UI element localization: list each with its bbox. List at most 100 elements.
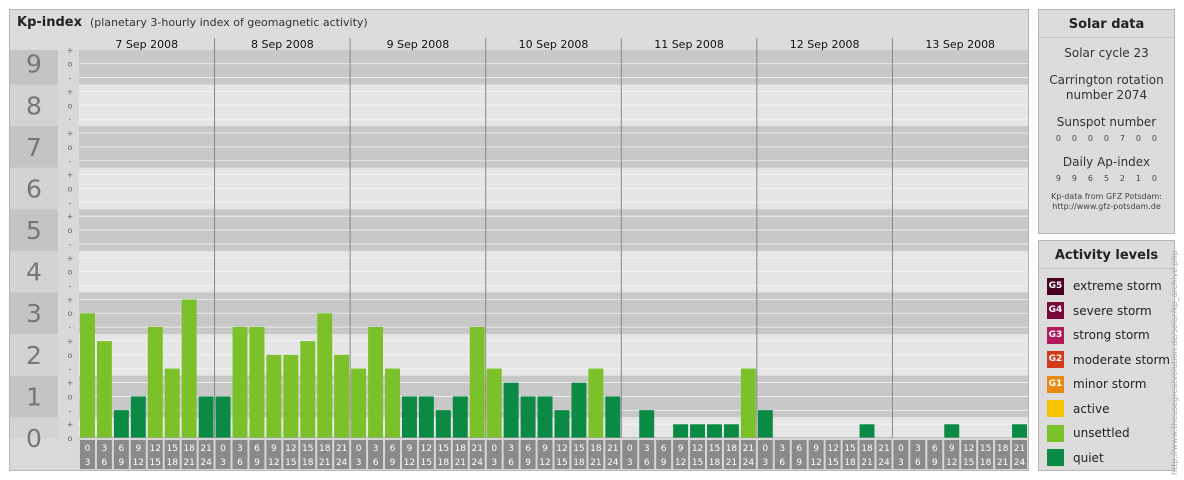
hour-label: 9: [813, 444, 819, 454]
kp-bar: [639, 410, 655, 438]
sunspot-value: 0: [1071, 134, 1077, 143]
kp-bar: [113, 410, 129, 438]
hour-label: 3: [779, 444, 785, 454]
hour-label: 24: [200, 458, 212, 468]
y-tick-label: 7: [26, 133, 42, 162]
hour-label: 3: [898, 458, 904, 468]
chart-title: Kp-index: [17, 15, 82, 30]
ap-value: 5: [1103, 174, 1109, 183]
hour-label: 24: [336, 458, 348, 468]
hour-label: 9: [661, 458, 667, 468]
hour-label: 12: [268, 458, 279, 468]
hour-label: 12: [133, 458, 144, 468]
minor-tick-label: -: [69, 406, 72, 415]
hour-label: 9: [135, 444, 141, 454]
sunspot-value: 0: [1087, 134, 1093, 143]
minor-tick-label: -: [69, 240, 72, 249]
kp-bar: [503, 382, 519, 438]
hour-label: 3: [85, 458, 91, 468]
kp-bar: [334, 354, 350, 438]
hour-label: 12: [285, 444, 296, 454]
hour-label: 9: [678, 444, 684, 454]
solar-data-title: Solar data: [1039, 10, 1174, 38]
hour-label: 24: [743, 458, 755, 468]
minor-tick-label: o: [68, 143, 73, 152]
chart-header: Kp-index (planetary 3-hourly index of ge…: [10, 10, 1028, 37]
solar-cycle: Solar cycle 23: [1064, 46, 1149, 60]
hour-label: 18: [438, 458, 450, 468]
kp-bar: [401, 396, 417, 438]
hour-label: 12: [150, 444, 161, 454]
kp-bar: [571, 382, 587, 438]
carrington-line1: Carrington rotation: [1049, 73, 1164, 87]
hour-label: 6: [779, 458, 785, 468]
chart-subtitle: (planetary 3-hourly index of geomagnetic…: [90, 16, 368, 29]
hour-label: 6: [118, 444, 124, 454]
hour-label: 18: [302, 458, 314, 468]
hour-label: 15: [573, 444, 584, 454]
kp-bar: [130, 396, 146, 438]
hour-label: 9: [390, 458, 396, 468]
hour-label: 24: [607, 458, 619, 468]
activity-levels-list: G5 extreme storm G4 severe storm G3 strong st…: [1039, 269, 1174, 470]
hour-label: 6: [644, 458, 650, 468]
hour-label: 6: [915, 458, 921, 468]
source-link[interactable]: http://www.gfz-potsdam.de: [1039, 202, 1174, 212]
level-label: extreme storm: [1073, 279, 1162, 294]
hour-label: 21: [455, 458, 466, 468]
hour-label: 3: [508, 444, 514, 454]
kp-bar: [164, 368, 180, 438]
hour-label: 6: [390, 444, 396, 454]
hour-label: 12: [810, 458, 821, 468]
hour-label: 6: [237, 458, 243, 468]
hour-label: 21: [319, 458, 330, 468]
hour-label: 3: [762, 458, 768, 468]
hour-label: 21: [590, 458, 601, 468]
minor-tick-label: -: [69, 323, 72, 332]
solar-data-panel: Solar data Solar cycle 23 Carrington rot…: [1038, 9, 1175, 234]
hour-label: 9: [542, 444, 548, 454]
level-item: quiet: [1039, 446, 1174, 471]
minor-tick-label: o: [68, 268, 73, 277]
hour-label: 6: [373, 458, 379, 468]
level-label: quiet: [1073, 450, 1104, 465]
minor-tick-label: o: [68, 351, 73, 360]
level-item: G1 minor storm: [1039, 372, 1174, 397]
hour-label: 21: [726, 458, 737, 468]
grid-band: [79, 50, 1028, 85]
minor-tick-label: -: [69, 157, 72, 166]
hour-label: 21: [336, 444, 347, 454]
hour-label: 12: [692, 444, 703, 454]
minor-tick-label: o: [68, 101, 73, 110]
kp-bar: [283, 354, 299, 438]
hour-label: 21: [183, 458, 194, 468]
kp-bar: [486, 368, 502, 438]
minor-tick-label: o: [68, 309, 73, 318]
y-tick-label: 1: [26, 382, 42, 411]
kp-bar: [232, 326, 248, 438]
minor-tick-label: o: [68, 392, 73, 401]
y-tick-label: 8: [26, 91, 42, 120]
minor-tick-label: +: [67, 337, 74, 346]
hour-label: 6: [796, 444, 802, 454]
minor-tick-label: o: [68, 226, 73, 235]
hour-label: 0: [762, 444, 768, 454]
hour-label: 18: [844, 458, 856, 468]
level-swatch: [1047, 400, 1064, 418]
level-label: unsettled: [1073, 426, 1130, 441]
kp-bar: [266, 354, 282, 438]
hour-label: 15: [692, 458, 703, 468]
hour-label: 9: [118, 458, 124, 468]
activity-levels-panel: Activity levels G5 extreme storm G4 severe …: [1038, 240, 1175, 471]
kp-bar: [520, 396, 536, 438]
kp-chart: 0123456789o+-o+-o+-o+-o+-o+-o+-o+-o+-o+ 7…: [10, 38, 1028, 470]
hour-label: 18: [455, 444, 467, 454]
date-label: 11 Sep 2008: [654, 38, 724, 51]
ap-value: 1: [1135, 174, 1141, 183]
level-item: G2 moderate storm: [1039, 348, 1174, 373]
kp-bar: [385, 368, 400, 438]
hour-label: 24: [878, 458, 890, 468]
minor-tick-label: -: [69, 282, 72, 291]
level-item: unsettled: [1039, 421, 1174, 446]
level-label: severe storm: [1073, 303, 1152, 318]
